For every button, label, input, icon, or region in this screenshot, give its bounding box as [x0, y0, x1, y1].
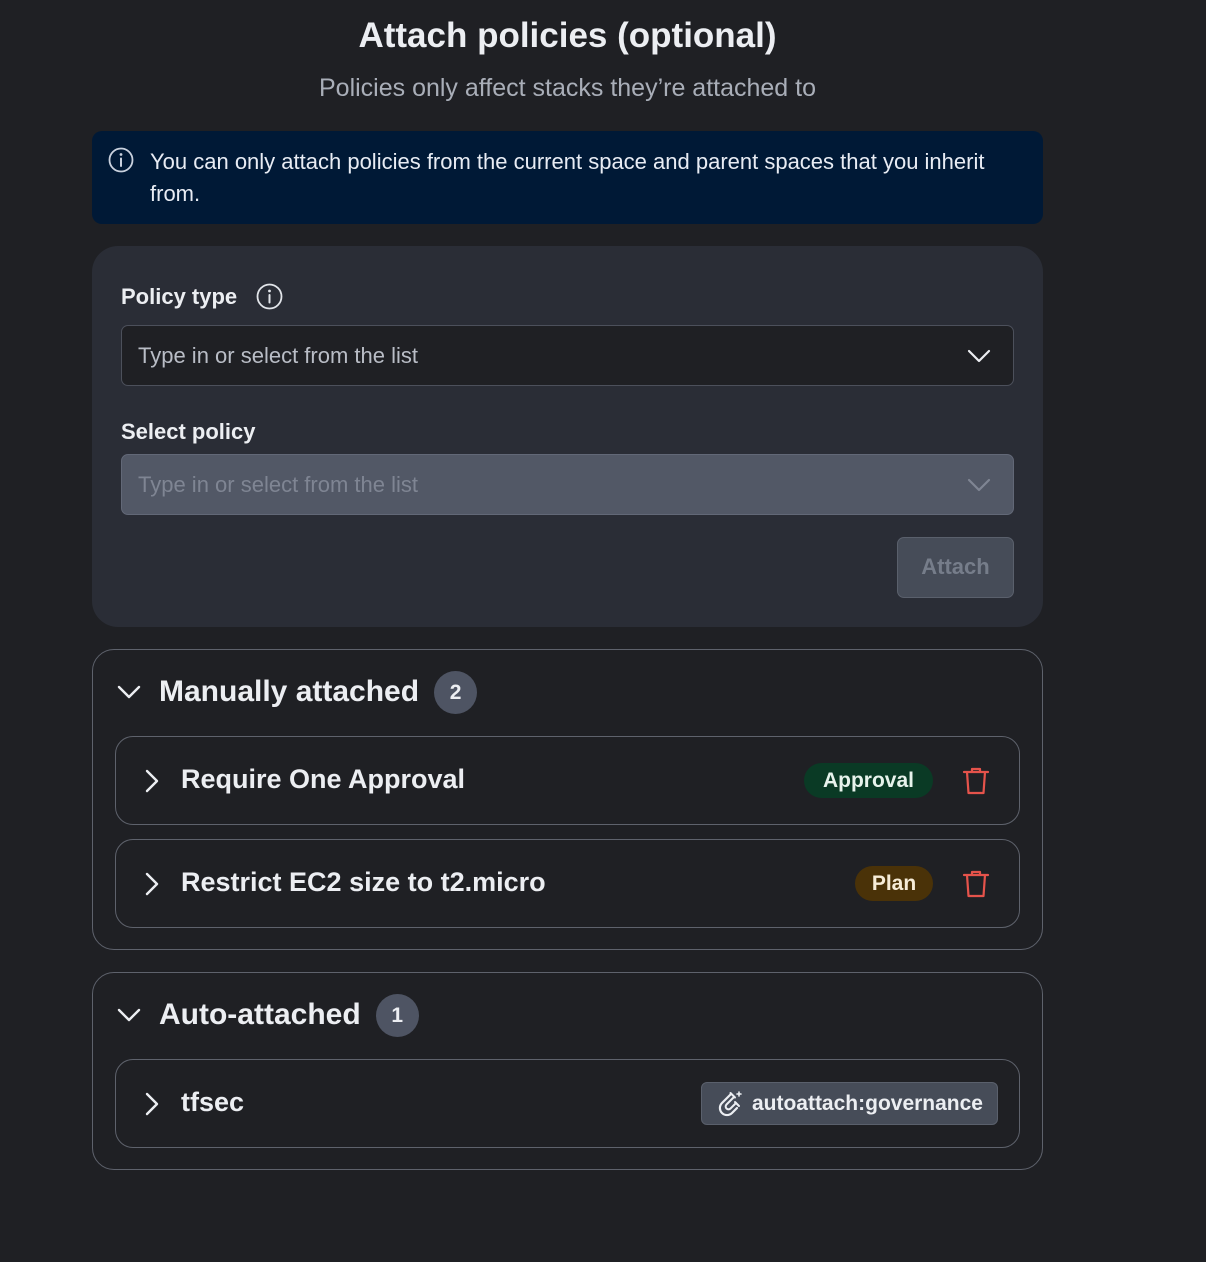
- attach-button[interactable]: Attach: [897, 537, 1014, 598]
- policy-item[interactable]: tfsec autoattach:governance: [115, 1059, 1020, 1148]
- select-policy-select[interactable]: Type in or select from the list: [121, 454, 1014, 515]
- policy-name: Require One Approval: [181, 764, 466, 794]
- page-subtitle: Policies only affect stacks they’re atta…: [318, 74, 817, 102]
- auto-attached-section: Auto-attached 1 tfsec autoattach:governa…: [92, 972, 1043, 1170]
- auto-attached-header[interactable]: Auto-attached 1: [115, 993, 419, 1037]
- trash-icon[interactable]: [962, 869, 990, 899]
- chevron-right-icon[interactable]: [140, 1090, 164, 1118]
- chevron-down-icon: [117, 1008, 141, 1022]
- info-banner-text: You can only attach policies from the cu…: [150, 149, 985, 206]
- manually-attached-title: Manually attached: [159, 675, 420, 708]
- manually-attached-section: Manually attached 2 Require One Approval…: [92, 649, 1043, 950]
- info-banner: You can only attach policies from the cu…: [92, 131, 1043, 224]
- policy-type-info-icon[interactable]: [256, 283, 283, 310]
- chevron-right-icon[interactable]: [140, 767, 164, 795]
- policy-name: Restrict EC2 size to t2.micro: [181, 867, 546, 897]
- magnet-icon: [718, 1091, 742, 1117]
- policy-type-label: Policy type: [121, 284, 238, 309]
- count-badge: 2: [434, 670, 478, 714]
- policy-name: tfsec: [181, 1087, 245, 1117]
- policy-type-select[interactable]: Type in or select from the list: [121, 325, 1014, 386]
- policy-item[interactable]: Require One Approval Approval: [115, 736, 1020, 825]
- info-circle-icon: [108, 147, 134, 173]
- trash-icon[interactable]: [962, 766, 990, 796]
- auto-attached-title: Auto-attached: [159, 998, 361, 1031]
- policy-type-badge: Approval: [804, 763, 933, 798]
- select-policy-placeholder: Type in or select from the list: [138, 472, 418, 497]
- page-title: Attach policies (optional): [358, 16, 777, 55]
- select-policy-label: Select policy: [121, 419, 256, 444]
- manually-attached-header[interactable]: Manually attached 2: [115, 670, 478, 714]
- count-badge: 1: [375, 993, 419, 1037]
- chevron-down-icon: [117, 685, 141, 699]
- policy-item[interactable]: Restrict EC2 size to t2.micro Plan: [115, 839, 1020, 928]
- chevron-down-icon: [967, 478, 991, 492]
- policy-type-placeholder: Type in or select from the list: [138, 343, 418, 368]
- attach-policies-page: Attach policies (optional) Policies only…: [0, 0, 1206, 1262]
- chevron-right-icon[interactable]: [140, 870, 164, 898]
- policy-type-badge: Plan: [855, 866, 933, 901]
- attach-policy-form: Policy type Type in or select from the l…: [92, 246, 1043, 627]
- chevron-down-icon: [967, 349, 991, 363]
- autoattach-label-tag: autoattach:governance: [700, 1082, 998, 1125]
- autoattach-label-text: autoattach:governance: [751, 1092, 983, 1115]
